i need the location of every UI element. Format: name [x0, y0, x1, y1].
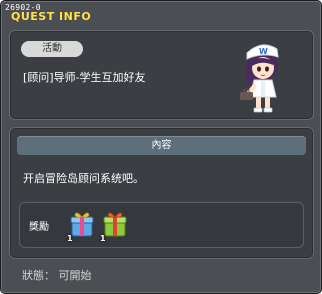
quest-content-panel: 內容 开启冒险岛顾问系统吧。 獎勵 1 1 — [9, 127, 314, 259]
reward-box: 獎勵 1 1 — [19, 202, 304, 248]
reward-quantity: 1 — [100, 234, 106, 243]
reward-item[interactable]: 1 — [100, 209, 130, 243]
reward-item[interactable]: 1 — [67, 209, 97, 243]
svg-text:W: W — [259, 47, 268, 56]
window-title: QUEST INFO — [11, 10, 92, 23]
reward-quantity: 1 — [67, 234, 73, 243]
quest-type-tag: 活動 — [21, 41, 83, 57]
content-header: 內容 — [17, 136, 306, 155]
quest-info-window: 26902-0 QUEST INFO 活動 [顾问]导师-学生互加好友 W 內容… — [0, 0, 322, 294]
quest-description: 开启冒险岛顾问系统吧。 — [23, 172, 144, 185]
quest-status: 狀態： 可開始 — [22, 269, 92, 282]
npc-nurse-icon: W — [240, 44, 279, 113]
quest-summary-panel: 活動 [顾问]导师-学生互加好友 W — [9, 30, 314, 120]
quest-name: [顾问]导师-学生互加好友 — [23, 71, 146, 84]
reward-label: 獎勵 — [29, 222, 49, 233]
